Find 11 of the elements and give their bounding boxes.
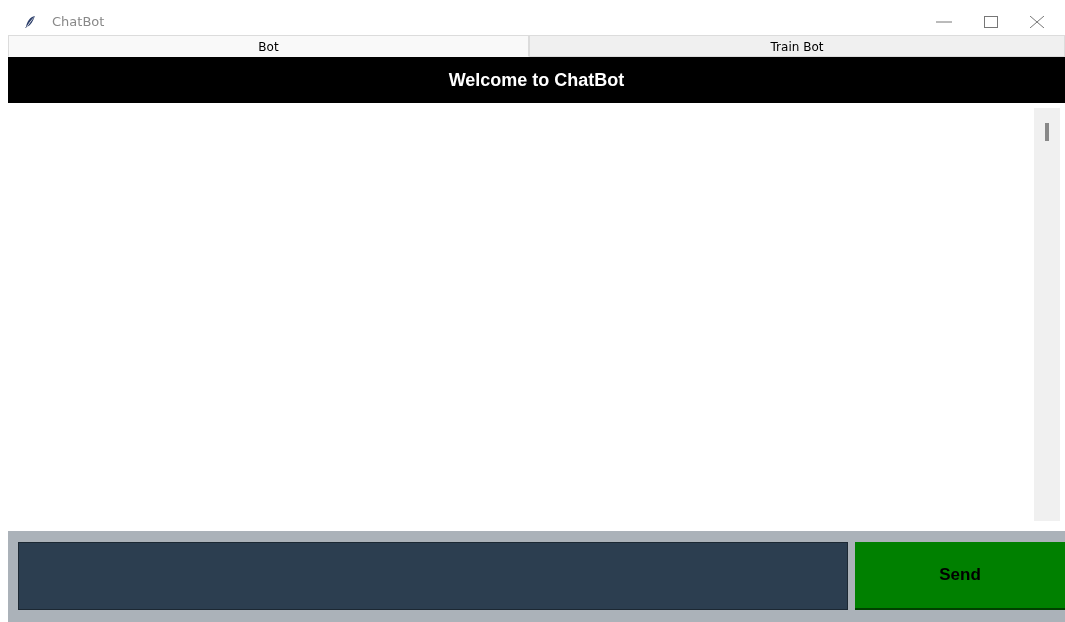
tab[interactable]: Bot xyxy=(8,35,529,57)
window-title: ChatBot xyxy=(52,14,105,29)
close-icon[interactable] xyxy=(1030,15,1044,28)
send-button[interactable]: Send xyxy=(855,542,1065,610)
maximize-icon[interactable] xyxy=(984,15,998,28)
message-field[interactable] xyxy=(18,542,848,610)
scrollbar[interactable] xyxy=(1034,108,1060,521)
feather-icon xyxy=(24,14,36,29)
tab[interactable]: Train Bot xyxy=(529,35,1065,57)
scrollbar-thumb[interactable] xyxy=(1045,123,1049,141)
header-title: Welcome to ChatBot xyxy=(448,69,625,91)
